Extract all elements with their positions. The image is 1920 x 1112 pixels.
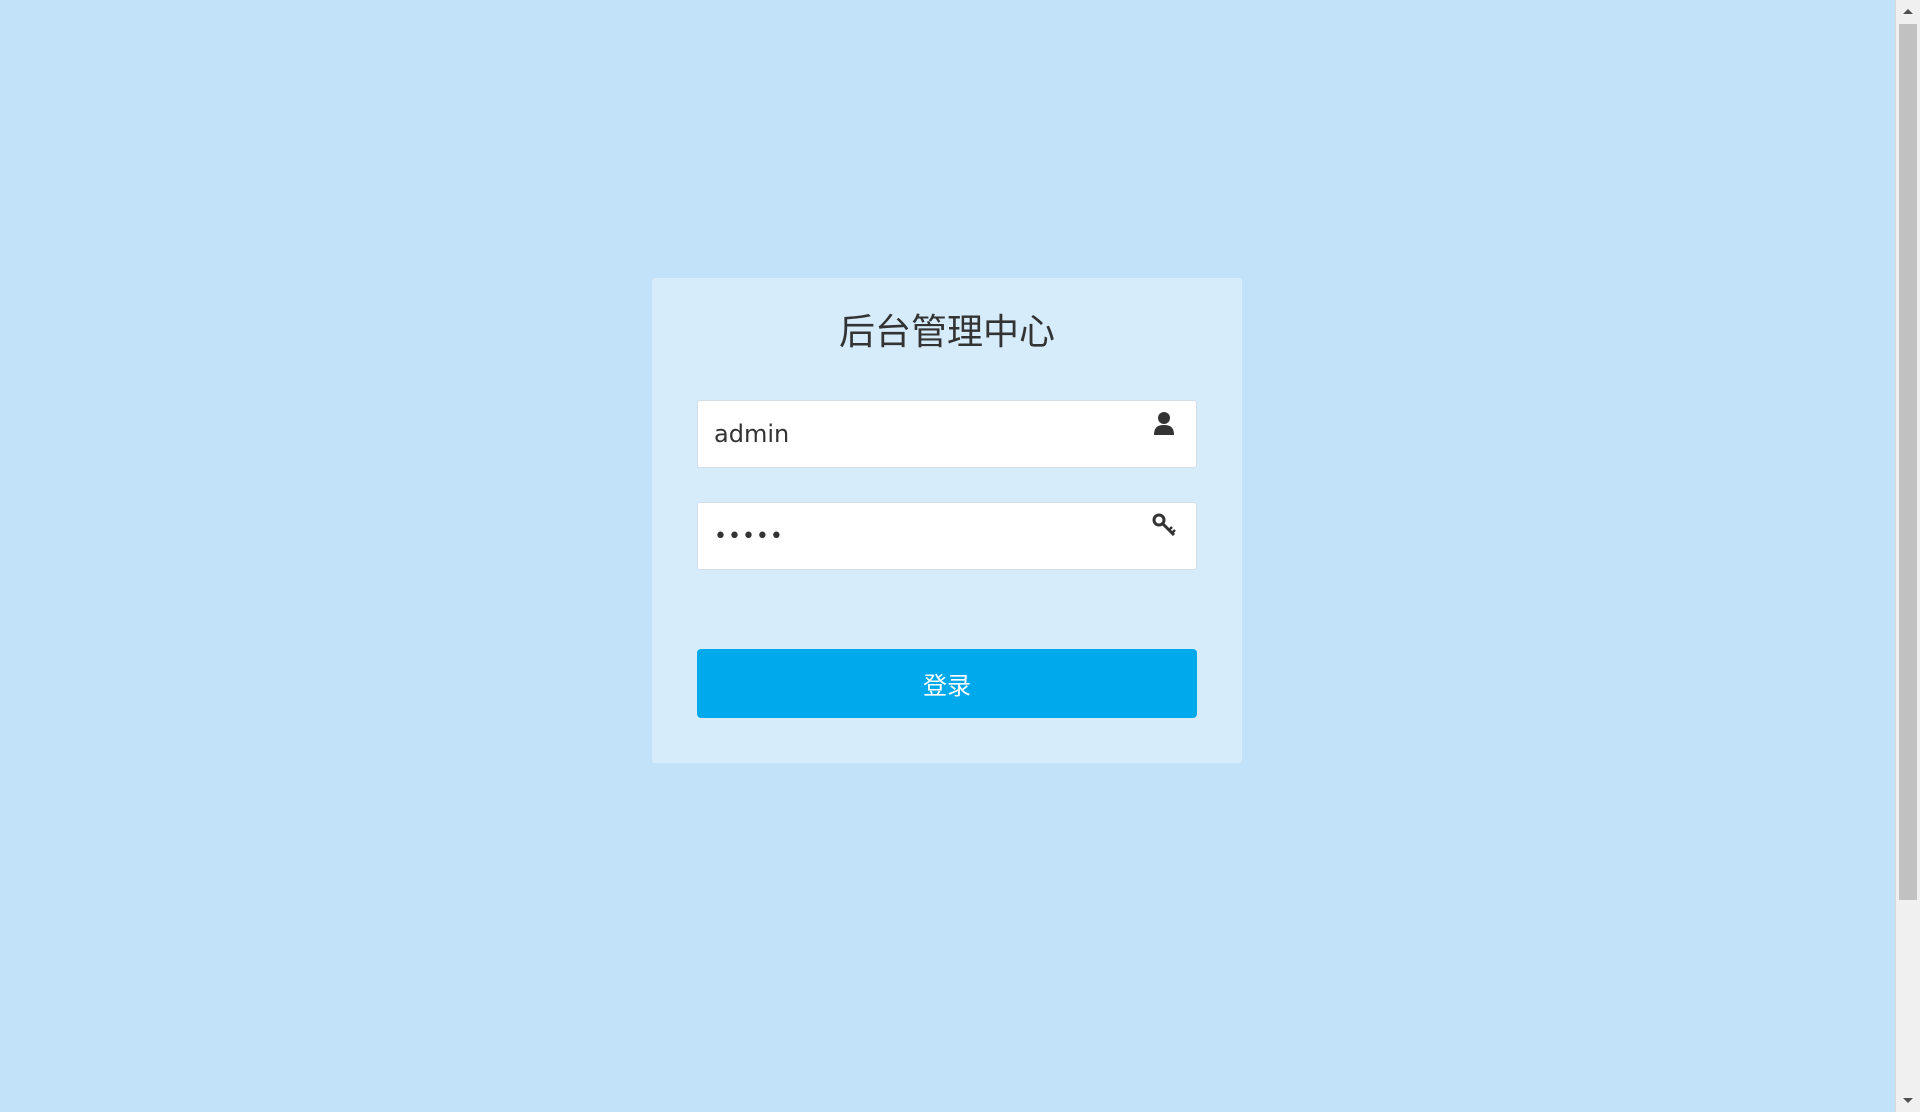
page-viewport: 后台管理中心 登录 bbox=[0, 0, 1895, 1112]
username-field[interactable] bbox=[697, 400, 1197, 468]
scroll-up-arrow-icon[interactable] bbox=[1896, 0, 1920, 22]
password-field[interactable] bbox=[697, 502, 1197, 570]
user-icon bbox=[1152, 409, 1176, 439]
key-icon bbox=[1152, 511, 1176, 541]
username-input[interactable] bbox=[698, 401, 1128, 467]
login-title: 后台管理中心 bbox=[838, 312, 1055, 353]
vertical-scrollbar[interactable] bbox=[1895, 0, 1920, 1112]
login-button[interactable]: 登录 bbox=[697, 649, 1197, 718]
scroll-thumb[interactable] bbox=[1899, 24, 1917, 900]
login-card: 后台管理中心 登录 bbox=[652, 278, 1242, 763]
password-input[interactable] bbox=[698, 503, 1128, 569]
scroll-down-arrow-icon[interactable] bbox=[1896, 1090, 1920, 1112]
